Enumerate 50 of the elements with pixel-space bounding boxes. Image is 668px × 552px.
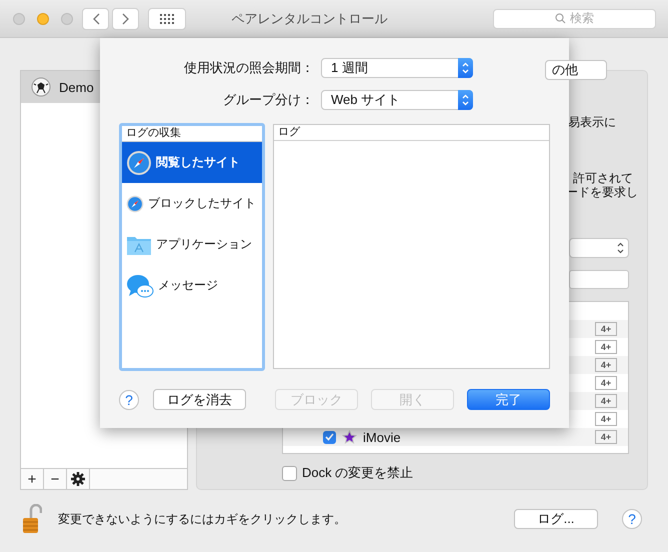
field-label: 使用状況の照会期間： [183,59,314,77]
window-title: ペアレンタルコントロール [230,10,388,28]
gear-icon [71,472,85,486]
field-label: グループ分け： [222,91,314,109]
chat-bubble-icon [126,272,154,298]
log-button[interactable]: ログ... [514,509,598,529]
sheet-button[interactable]: ログを消去 [153,389,246,410]
age-rating-badge: 4+ [595,376,617,390]
checkbox-label: Dock の変更を禁止 [302,464,414,482]
tab[interactable]: の他 [545,60,607,80]
description-text: 許可されて [573,171,634,185]
show-all-button[interactable] [148,8,186,30]
padlock-icon[interactable] [22,504,42,534]
popup-button[interactable]: 1 週間 [321,58,473,78]
popup-button[interactable]: Web サイト [321,90,473,110]
forward-button[interactable] [112,8,139,30]
list-item[interactable]: アプリケーション [122,224,262,265]
list-item[interactable]: メッセージ [122,265,262,306]
checkbox[interactable] [323,430,336,444]
lock-hint-text: 変更できないようにするにはカギをクリックします。 [58,510,347,528]
column-header: ログ [274,125,549,141]
star-icon [342,430,357,444]
popup-button[interactable] [569,238,629,258]
chevron-icon [617,242,624,254]
chevron-icon [462,94,469,106]
checkbox[interactable] [282,466,297,480]
app-name: iMovie [363,430,401,444]
chevron-icon [462,62,469,74]
list-item[interactable]: ブロックしたサイト [122,183,262,224]
remove-button[interactable]: − [44,469,67,489]
age-rating-badge: 4+ [595,322,617,336]
age-rating-badge: 4+ [595,412,617,426]
add-button[interactable]: + [21,469,44,489]
age-rating-badge: 4+ [595,394,617,408]
grid-icon [160,14,174,24]
chevron-left-icon [92,12,100,24]
compass-icon [126,150,152,176]
soccer-ball-icon [31,77,51,97]
description-text: 易表示に [568,115,617,129]
input-field[interactable] [569,270,629,289]
list-item[interactable]: 閲覧したサイト [122,142,262,183]
help-button[interactable]: ? [119,390,139,410]
age-rating-badge: 4+ [595,358,617,372]
age-rating-badge: 4+ [595,340,617,354]
minimize-button[interactable] [37,12,49,24]
back-button[interactable] [82,8,109,30]
search-icon [555,13,566,24]
age-rating-badge: 4+ [595,430,617,444]
help-button[interactable]: ? [622,509,642,529]
chevron-right-icon [122,12,130,24]
